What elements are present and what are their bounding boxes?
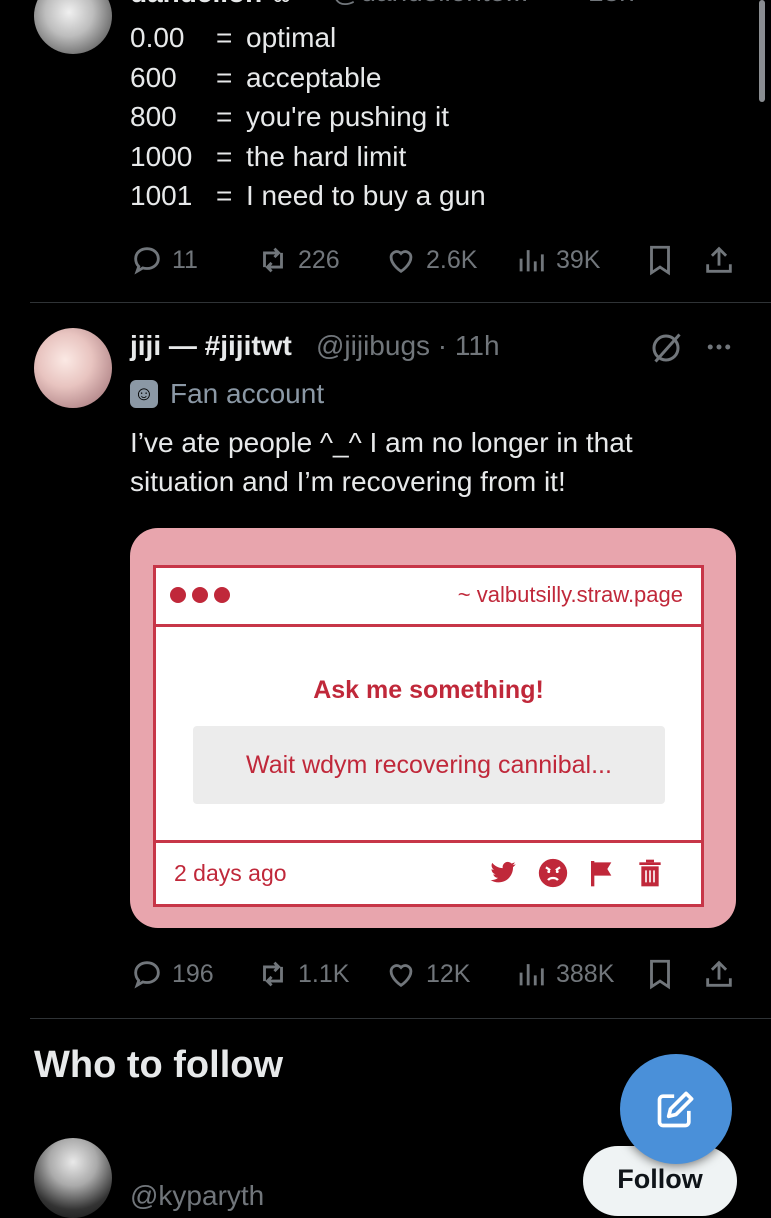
flag-icon — [591, 861, 612, 887]
bookmark-icon — [650, 959, 670, 990]
author-handle[interactable]: @dandelionte... — [332, 0, 529, 8]
bird-icon — [490, 861, 516, 883]
reply-count: 11 — [172, 245, 198, 274]
bookmark-button[interactable] — [643, 957, 677, 991]
author-handle[interactable]: @jijibugs · 11h — [316, 330, 500, 362]
reply-button[interactable]: 11 — [130, 243, 198, 277]
views-count: 388K — [556, 959, 615, 988]
tweet-text-line: situation and I’m recovering from it! — [130, 466, 566, 497]
bookmark-button[interactable] — [643, 243, 677, 277]
repost-icon — [263, 247, 283, 273]
tweet-text-line: I’ve ate people ^_^ I am no longer in th… — [130, 427, 633, 458]
scrollbar[interactable] — [759, 0, 765, 102]
grok-icon[interactable] — [648, 330, 684, 371]
bookmark-icon — [650, 245, 670, 276]
like-count: 12K — [426, 959, 471, 988]
card-question: Wait wdym recovering cannibal... — [193, 726, 665, 804]
card-divider — [156, 840, 701, 843]
share-button[interactable] — [702, 243, 736, 277]
fan-account-text: Fan account — [170, 378, 325, 409]
views-button[interactable]: 39K — [514, 243, 600, 277]
author-name[interactable]: jiji — #jijitwt — [130, 330, 292, 362]
card-url: ~ valbutsilly.straw.page — [457, 582, 683, 607]
divider — [30, 302, 771, 303]
divider — [30, 1018, 771, 1019]
share-button[interactable] — [702, 957, 736, 991]
views-icon — [519, 964, 544, 986]
card-date: 2 days ago — [174, 860, 287, 886]
repost-button[interactable]: 226 — [256, 243, 340, 277]
like-count: 2.6K — [426, 245, 478, 274]
views-icon — [519, 250, 544, 272]
text-line: 1001 = I need to buy a gun — [130, 180, 486, 211]
card-prompt: Ask me something! — [313, 676, 544, 704]
avatar[interactable] — [34, 328, 112, 408]
tweet-time: 13h — [588, 0, 635, 8]
reply-button[interactable]: 196 — [130, 957, 214, 991]
theater-mask-icon: ☺ — [130, 380, 158, 408]
fan-account-label: ☺ Fan account — [130, 378, 324, 410]
suggested-handle[interactable]: @kyparyth — [130, 1180, 264, 1212]
compose-icon — [657, 1091, 694, 1128]
avatar[interactable] — [34, 0, 112, 54]
tweet-body: 0.00 = optimal 600 = acceptable 800 = you're p… — [130, 18, 486, 216]
text-line: 0.00 = optimal — [130, 22, 337, 53]
repost-count: 1.1K — [298, 959, 350, 988]
repost-button[interactable]: 1.1K — [256, 957, 349, 991]
more-options-icon[interactable] — [704, 332, 734, 367]
views-button[interactable]: 388K — [514, 957, 614, 991]
angry-face-icon — [538, 858, 568, 888]
like-button[interactable]: 2.6K — [384, 243, 477, 277]
trash-icon — [639, 859, 661, 887]
avatar[interactable] — [34, 1138, 112, 1218]
views-count: 39K — [556, 245, 601, 274]
card-topbar: ~ valbutsilly.straw.page Ask me somethin… — [156, 568, 701, 804]
share-icon — [706, 246, 732, 273]
text-line: 600 = acceptable — [130, 61, 382, 93]
compose-button[interactable] — [620, 1054, 732, 1164]
window-dots-icon — [170, 587, 230, 603]
heart-icon — [389, 250, 413, 274]
text-line: 800 = you're pushing it — [130, 101, 450, 132]
reply-count: 196 — [172, 959, 214, 988]
section-heading: Who to follow — [34, 1044, 284, 1086]
heart-icon — [389, 964, 413, 988]
reply-icon — [134, 247, 160, 275]
repost-count: 226 — [298, 245, 340, 274]
reply-icon — [134, 961, 160, 989]
repost-icon — [263, 961, 283, 987]
author-name[interactable]: dandelion ❀ — [130, 0, 293, 9]
text-line: 1000 = the hard limit — [130, 140, 407, 172]
share-icon — [706, 960, 732, 987]
card-icons — [486, 856, 666, 890]
like-button[interactable]: 12K — [384, 957, 470, 991]
